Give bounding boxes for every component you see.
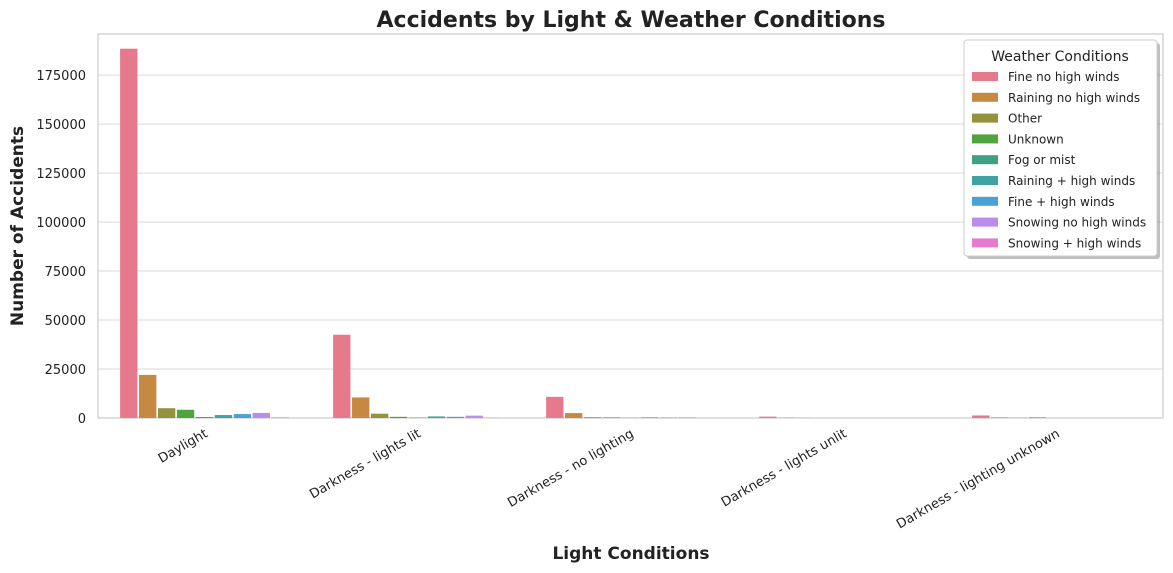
legend-item-label: Other: [1008, 112, 1042, 126]
bar: [427, 416, 446, 418]
bar: [565, 413, 583, 418]
bar: [678, 417, 696, 418]
y-tick-label: 25000: [45, 363, 86, 378]
x-tick-label: Darkness - lights unlit: [719, 426, 850, 510]
x-tick-labels: Daylight Darkness - lights lit Darkness - …: [156, 426, 1063, 532]
bar-chart: Accidents by Light & Weather Conditions …: [8, 8, 1164, 564]
x-tick-label: Darkness - lighting unknown: [894, 426, 1062, 532]
y-tick-label: 175000: [36, 69, 86, 84]
bar: [271, 417, 289, 418]
bar: [602, 417, 621, 418]
legend-swatch: [972, 113, 998, 123]
legend-swatch: [972, 217, 998, 227]
y-tick-label: 125000: [36, 167, 86, 182]
bar: [389, 416, 408, 418]
y-tick-label: 0: [78, 412, 86, 427]
bar: [352, 397, 370, 418]
bar: [233, 414, 252, 418]
bar: [446, 416, 465, 418]
bar: [252, 412, 270, 418]
x-tick-label: Daylight: [156, 426, 211, 466]
bar: [176, 409, 195, 418]
bar: [120, 48, 138, 418]
legend-swatch: [972, 92, 998, 102]
legend-swatch: [972, 238, 998, 248]
legend-item-label: Raining + high winds: [1008, 174, 1135, 188]
bar: [195, 417, 214, 418]
y-tick-label: 100000: [36, 216, 86, 231]
legend-swatch: [972, 72, 998, 81]
legend-item-label: Snowing + high winds: [1008, 236, 1141, 250]
legend-title: Weather Conditions: [991, 49, 1129, 65]
bar: [640, 417, 659, 418]
y-tick-label: 75000: [45, 265, 86, 280]
bar: [991, 417, 1009, 418]
legend-item-label: Snowing no high winds: [1008, 216, 1146, 230]
y-axis-label: Number of Accidents: [8, 126, 28, 326]
chart-title: Accidents by Light & Weather Conditions: [377, 8, 886, 33]
bar: [1028, 417, 1047, 418]
y-tick-label: 50000: [45, 314, 86, 329]
legend-swatch: [972, 155, 998, 165]
legend-swatch: [972, 176, 998, 185]
x-tick-label: Darkness - no lighting: [505, 426, 636, 510]
bar: [370, 413, 389, 418]
bar: [157, 408, 176, 418]
legend-swatch: [972, 196, 998, 206]
bar: [333, 334, 351, 418]
bar: [139, 374, 157, 418]
bar: [546, 396, 564, 418]
legend-item-label: Fine + high winds: [1008, 195, 1115, 209]
legend: Weather Conditions Fine no high winds Rai…: [963, 39, 1160, 259]
y-tick-label: 150000: [36, 118, 86, 133]
bar: [465, 415, 483, 418]
x-axis-label: Light Conditions: [552, 544, 709, 564]
bar: [972, 415, 990, 418]
legend-item-label: Unknown: [1008, 132, 1064, 146]
bar: [214, 415, 233, 418]
x-tick-label: Darkness - lights lit: [307, 426, 423, 502]
legend-item-label: Fine no high winds: [1008, 70, 1120, 84]
bar: [583, 417, 602, 418]
bar: [759, 416, 777, 418]
legend-item-label: Raining no high winds: [1008, 91, 1140, 105]
legend-item-label: Fog or mist: [1008, 153, 1076, 167]
y-tick-labels: 0 25000 50000 75000 100000 125000 150000 175000: [36, 69, 86, 427]
legend-swatch: [972, 134, 998, 144]
